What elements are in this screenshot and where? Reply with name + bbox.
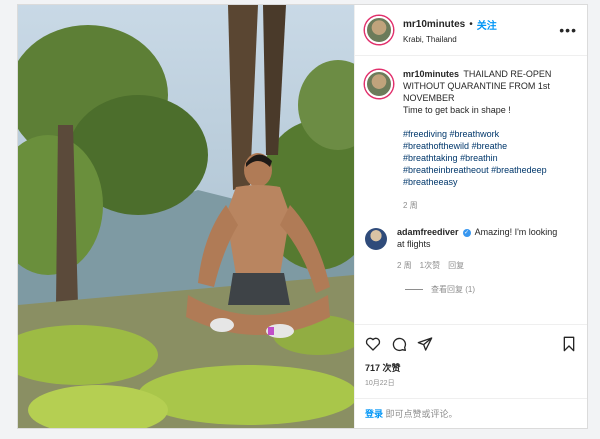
caption-time: 2 周 xyxy=(403,201,418,210)
comment-meta: 2 周 1次赞 回复 xyxy=(397,260,563,272)
hashtag[interactable]: #breathwork xyxy=(450,129,500,139)
login-text: 即可点赞或评论。 xyxy=(383,409,458,419)
verified-badge-icon: ✓ xyxy=(462,228,471,237)
caption: mr10minutes THAILAND RE-OPEN WITHOUT QUA… xyxy=(403,68,569,212)
login-prompt: 登录 即可点赞或评论。 xyxy=(355,398,587,428)
login-link[interactable]: 登录 xyxy=(365,409,383,419)
commenter-username[interactable]: adamfreediver xyxy=(397,227,459,237)
post-date: 10月22日 xyxy=(365,380,395,387)
comment-icon[interactable] xyxy=(391,336,407,352)
photo-image xyxy=(18,5,354,428)
hashtag[interactable]: #breathin xyxy=(460,153,498,163)
separator-dot: • xyxy=(469,18,473,30)
post-card: mr10minutes • 关注 Krabi, Thailand ••• mr1… xyxy=(17,4,588,429)
hashtag[interactable]: #breathtaking xyxy=(403,153,458,163)
hashtag[interactable]: #breathedeep xyxy=(491,165,547,175)
author-username[interactable]: mr10minutes xyxy=(403,19,465,30)
comments-section: mr10minutes THAILAND RE-OPEN WITHOUT QUA… xyxy=(355,56,587,324)
more-options-icon[interactable]: ••• xyxy=(559,22,577,38)
comment-time: 2 周 xyxy=(397,261,412,270)
comment-row: adamfreediver ✓ Amazing! I'm looking at f… xyxy=(365,226,577,272)
view-replies-label[interactable]: 查看回复 (1) xyxy=(431,284,475,295)
replies-divider xyxy=(405,289,423,290)
post-location[interactable]: Krabi, Thailand xyxy=(403,35,497,44)
caption-line2: Time to get back in shape ! xyxy=(403,105,511,115)
hashtag[interactable]: #breathofthewild xyxy=(403,141,469,151)
post-sidebar: mr10minutes • 关注 Krabi, Thailand ••• mr1… xyxy=(354,5,587,428)
comment-likes[interactable]: 1次赞 xyxy=(420,260,440,272)
hashtag[interactable]: #freediving xyxy=(403,129,447,139)
commenter-avatar[interactable] xyxy=(365,228,387,250)
share-icon[interactable] xyxy=(417,336,433,352)
follow-button[interactable]: 关注 xyxy=(477,17,497,32)
reply-button[interactable]: 回复 xyxy=(448,260,464,272)
bookmark-icon[interactable] xyxy=(561,336,577,352)
comment: adamfreediver ✓ Amazing! I'm looking at f… xyxy=(397,226,563,272)
hashtag[interactable]: #breatheeasy xyxy=(403,177,458,187)
caption-row: mr10minutes THAILAND RE-OPEN WITHOUT QUA… xyxy=(365,68,577,212)
hashtags: #freediving #breathwork #breathofthewild… xyxy=(403,128,569,188)
header-text: mr10minutes • 关注 Krabi, Thailand xyxy=(403,17,497,44)
hashtag[interactable]: #breatheinbreatheout xyxy=(403,165,489,175)
post-photo[interactable] xyxy=(18,5,354,428)
post-header: mr10minutes • 关注 Krabi, Thailand ••• xyxy=(355,5,587,56)
action-bar xyxy=(355,324,587,355)
caption-avatar[interactable] xyxy=(365,70,393,98)
hashtag[interactable]: #breathe xyxy=(472,141,508,151)
view-replies[interactable]: 查看回复 (1) xyxy=(405,284,577,295)
caption-username[interactable]: mr10minutes xyxy=(403,69,459,79)
likes-count[interactable]: 717 次赞 xyxy=(355,355,587,374)
author-avatar[interactable] xyxy=(365,16,393,44)
heart-icon[interactable] xyxy=(365,336,381,352)
header-top: mr10minutes • 关注 xyxy=(403,17,497,32)
